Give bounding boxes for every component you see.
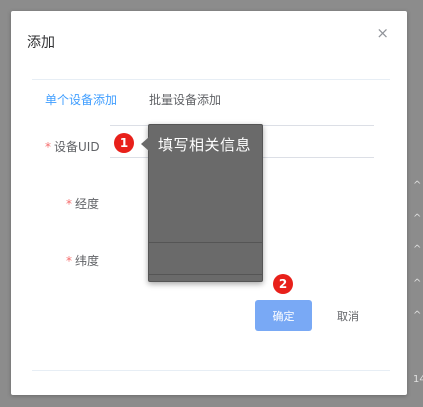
- field-label-longitude: * 经度: [66, 195, 99, 212]
- required-mark: *: [45, 140, 51, 154]
- field-label-latitude: * 纬度: [66, 252, 99, 269]
- overlay-divider: [149, 274, 262, 275]
- cancel-button[interactable]: 取消: [323, 300, 373, 331]
- field-label-text: 设备UID: [54, 140, 100, 154]
- overlay-divider: [149, 242, 262, 243]
- tab-batch-device[interactable]: 批量设备添加: [149, 91, 221, 108]
- required-mark: *: [66, 197, 72, 211]
- background-text: 14: [413, 374, 423, 385]
- step-badge-2: 2: [273, 274, 293, 294]
- field-label-device-uid: * 设备UID: [45, 138, 100, 155]
- background-text: ^: [413, 310, 422, 321]
- field-label-text: 经度: [75, 197, 100, 211]
- required-mark: *: [66, 254, 72, 268]
- guide-tooltip-text: 填写相关信息: [158, 136, 252, 154]
- tab-single-device[interactable]: 单个设备添加: [45, 91, 117, 108]
- background-text: ^: [413, 213, 422, 224]
- confirm-button[interactable]: 确定: [255, 300, 312, 331]
- background-text: ^: [413, 244, 422, 255]
- dialog-title: 添加: [27, 35, 55, 51]
- add-device-dialog: 添加 × 单个设备添加 批量设备添加 * 设备UID * 经度 * 纬度 填写相关信息…: [11, 11, 407, 395]
- field-label-text: 纬度: [75, 254, 100, 268]
- step-badge-1: 1: [114, 133, 134, 153]
- header-divider: [32, 79, 390, 80]
- overlay-arrow: [141, 137, 149, 151]
- close-icon[interactable]: ×: [376, 26, 389, 41]
- tab-bar: 单个设备添加 批量设备添加: [45, 91, 221, 108]
- footer-divider: [32, 370, 390, 371]
- background-text: ^: [413, 180, 422, 191]
- guide-overlay: 填写相关信息: [141, 124, 263, 282]
- background-text: ^: [413, 278, 422, 289]
